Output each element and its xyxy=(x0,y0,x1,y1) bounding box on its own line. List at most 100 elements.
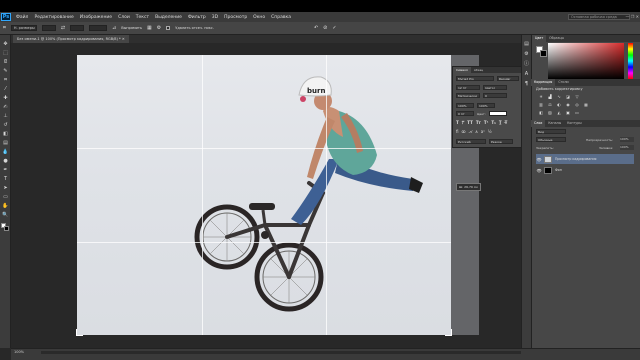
brightness-contrast-icon[interactable]: ☀ xyxy=(538,94,544,99)
swash-icon[interactable]: ꝏ xyxy=(462,129,466,134)
healing-brush-tool-icon[interactable]: ✚ xyxy=(2,95,9,102)
menu-3d[interactable]: 3D xyxy=(209,15,221,20)
layer-name[interactable]: Просмотр кадрирования xyxy=(555,157,596,161)
fill-field[interactable]: 100% xyxy=(620,145,634,150)
grid-overlay-icon[interactable]: ▦ xyxy=(147,25,152,31)
background-color-chip[interactable] xyxy=(540,50,547,57)
type-style-buttons[interactable]: T 𝑇 TT Tᴛ T¹ T₁ T̲ T̶ xyxy=(456,120,507,125)
layer-row-background[interactable]: 👁 Фон xyxy=(536,165,634,175)
workspace-switcher[interactable]: Основная рабочая среда xyxy=(568,14,630,20)
menu-window[interactable]: Окно xyxy=(250,15,268,20)
tab-styles[interactable]: Стили xyxy=(555,79,571,86)
history-brush-tool-icon[interactable]: ↺ xyxy=(2,122,9,129)
marquee-tool-icon[interactable]: ⬚ xyxy=(2,50,9,57)
underline-icon[interactable]: T̲ xyxy=(499,120,502,125)
hue-slider[interactable] xyxy=(628,43,633,79)
posterize-icon[interactable]: ▨ xyxy=(547,110,553,115)
hue-saturation-icon[interactable]: ▥ xyxy=(538,102,544,107)
path-selection-tool-icon[interactable]: ➤ xyxy=(2,185,9,192)
zoom-level[interactable]: 100% xyxy=(14,350,24,354)
color-balance-icon[interactable]: ⚖ xyxy=(547,102,553,107)
language-select[interactable]: Русский xyxy=(456,139,486,144)
opentype-buttons[interactable]: fi ꝏ 𝒜ᴀ aᵃ ½ xyxy=(456,129,492,134)
tab-channels[interactable]: Каналы xyxy=(545,120,564,127)
photo-filter-icon[interactable]: ◉ xyxy=(565,102,571,107)
blur-tool-icon[interactable]: 💧 xyxy=(2,149,9,156)
faux-bold-icon[interactable]: T xyxy=(456,120,459,125)
properties-icon[interactable]: ⚙ xyxy=(523,51,530,58)
pen-tool-icon[interactable]: ✒ xyxy=(2,167,9,174)
horizontal-scale-field[interactable]: 100% xyxy=(477,103,495,108)
document-tab[interactable]: Без имени-1 @ 100% (Просмотр кадрировани… xyxy=(13,35,129,43)
straighten-button[interactable]: Выпрямить xyxy=(121,26,142,30)
menu-image[interactable]: Изображение xyxy=(77,15,115,20)
menu-file[interactable]: Файл xyxy=(13,15,31,20)
kerning-field[interactable]: Метрически xyxy=(456,93,480,98)
photo-bmx-rider[interactable]: burn xyxy=(77,55,451,335)
dodge-tool-icon[interactable]: ● xyxy=(2,158,9,165)
clone-stamp-tool-icon[interactable]: ⊥ xyxy=(2,113,9,120)
selective-color-icon[interactable]: ▣ xyxy=(565,110,571,115)
tab-paragraph[interactable]: Абзац xyxy=(471,67,486,73)
channel-mixer-icon[interactable]: ◎ xyxy=(574,102,580,107)
black-white-icon[interactable]: ◐ xyxy=(556,102,562,107)
gradient-tool-icon[interactable]: ▤ xyxy=(2,140,9,147)
paragraph-icon[interactable]: ¶ xyxy=(523,81,530,88)
crop-ratio-select[interactable]: Н. размеры xyxy=(10,25,37,31)
shape-tool-icon[interactable]: ▭ xyxy=(2,194,9,201)
ligature-icon[interactable]: fi xyxy=(456,129,459,134)
leading-field[interactable]: (Авто) xyxy=(483,85,507,90)
tracking-field[interactable]: 0 xyxy=(483,93,507,98)
cancel-icon[interactable]: ⊘ xyxy=(323,25,327,31)
crop-handle-bottom-left[interactable] xyxy=(76,329,83,336)
eyedropper-tool-icon[interactable]: ⁄ xyxy=(2,86,9,93)
strikethrough-icon[interactable]: T̶ xyxy=(505,120,508,125)
exposure-icon[interactable]: ◪ xyxy=(565,94,571,99)
delete-cropped-checkbox[interactable] xyxy=(166,26,171,30)
tab-swatches[interactable]: Образцы xyxy=(546,35,567,42)
invert-icon[interactable]: ◧ xyxy=(538,110,544,115)
layer-name[interactable]: Фон xyxy=(555,168,562,172)
undo-icon[interactable]: ↶ xyxy=(314,25,318,31)
curves-icon[interactable]: ∿ xyxy=(556,94,562,99)
levels-icon[interactable]: ▟ xyxy=(547,94,553,99)
gradient-map-icon[interactable]: ▭ xyxy=(574,110,580,115)
baseline-shift-field[interactable]: 0 пт xyxy=(456,111,474,116)
font-style-select[interactable]: Regular xyxy=(497,76,519,81)
background-color-swatch[interactable] xyxy=(4,226,9,231)
swap-icon[interactable]: ⇄ xyxy=(61,25,65,31)
font-size-field[interactable]: 12 пт xyxy=(456,85,480,90)
small-caps-icon[interactable]: Tᴛ xyxy=(476,120,481,125)
crop-tool-icon[interactable]: ⌗ xyxy=(2,77,9,84)
crop-tool-icon[interactable]: ⌗ xyxy=(3,25,6,31)
eye-icon[interactable]: 👁 xyxy=(536,168,542,173)
all-caps-icon[interactable]: TT xyxy=(467,120,473,125)
color-picker-field[interactable] xyxy=(548,43,624,79)
vibrance-icon[interactable]: ▽ xyxy=(574,94,580,99)
blend-mode-select[interactable]: Обычные xyxy=(536,137,566,142)
threshold-icon[interactable]: ◭ xyxy=(556,110,562,115)
history-icon[interactable]: ▤ xyxy=(523,41,530,48)
menu-type[interactable]: Текст xyxy=(133,15,152,20)
zoom-tool-icon[interactable]: 🔍 xyxy=(2,212,9,219)
vertical-scale-field[interactable]: 100% xyxy=(456,103,474,108)
move-tool-icon[interactable]: ✥ xyxy=(2,41,9,48)
tab-character[interactable]: Символ xyxy=(453,67,471,73)
eraser-tool-icon[interactable]: ◧ xyxy=(2,131,9,138)
tab-paths[interactable]: Контуры xyxy=(564,120,585,127)
menu-select[interactable]: Выделение xyxy=(152,15,185,20)
settings-icon[interactable]: ⚙ xyxy=(157,25,161,31)
horizontal-scrollbar[interactable] xyxy=(41,351,521,354)
quick-select-tool-icon[interactable]: ✎ xyxy=(2,68,9,75)
font-family-select[interactable]: Myriad Pro xyxy=(456,76,494,81)
straighten-icon[interactable]: ⊿ xyxy=(112,25,116,31)
height-field[interactable] xyxy=(70,25,85,31)
subscript-icon[interactable]: T₁ xyxy=(491,120,495,125)
hand-tool-icon[interactable]: ✋ xyxy=(2,203,9,210)
faux-italic-icon[interactable]: 𝑇 xyxy=(462,120,465,125)
info-icon[interactable]: ⓘ xyxy=(523,61,530,68)
menu-view[interactable]: Просмотр xyxy=(221,15,250,20)
brush-tool-icon[interactable]: ✍ xyxy=(2,104,9,111)
fraction-icon[interactable]: ½ xyxy=(488,129,492,134)
superscript-icon[interactable]: T¹ xyxy=(484,120,488,125)
